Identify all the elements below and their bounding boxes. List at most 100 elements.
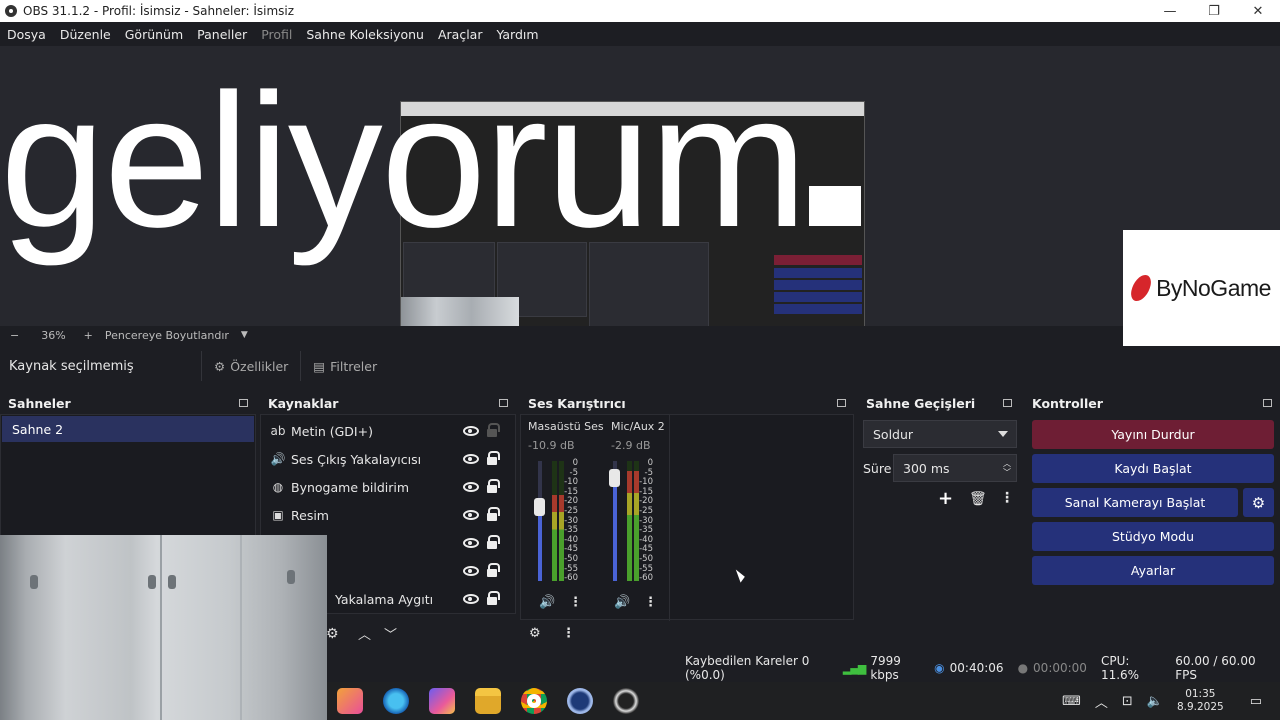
lock-icon[interactable] — [487, 451, 500, 465]
popout-icon[interactable] — [1263, 399, 1272, 407]
more-icon[interactable]: ⋮ — [562, 626, 575, 641]
zoom-in-button[interactable]: + — [84, 329, 93, 342]
cpu-usage: CPU: 11.6% — [1100, 654, 1140, 682]
speaker-icon[interactable]: 🔊 — [539, 595, 555, 610]
mixer-settings-icon[interactable]: ⚙ — [529, 626, 541, 641]
menu-view[interactable]: Görünüm — [118, 27, 190, 42]
source-row[interactable]: ab Metin (GDI+) — [261, 417, 515, 445]
popout-icon[interactable] — [1003, 399, 1012, 407]
eye-icon[interactable] — [463, 482, 479, 492]
scale-tick: -60 — [639, 573, 653, 584]
clock[interactable]: 01:35 8.9.2025 — [1177, 688, 1224, 714]
chevron-down-icon[interactable]: ▼ — [241, 330, 248, 340]
lock-icon[interactable] — [487, 423, 500, 437]
channel-db: -10.9 dB — [528, 439, 575, 452]
notification-icon[interactable]: ▭ — [1250, 694, 1262, 709]
chrome-icon[interactable] — [521, 688, 547, 714]
menu-tools[interactable]: Araçlar — [431, 27, 490, 42]
eye-icon[interactable] — [463, 566, 479, 576]
lock-icon[interactable] — [487, 591, 500, 605]
volume-fader[interactable] — [609, 461, 620, 581]
obs-icon[interactable] — [613, 688, 639, 714]
record-time: 00:00:00 — [1033, 661, 1087, 675]
nested-camera — [401, 297, 519, 326]
app-icon[interactable] — [567, 688, 593, 714]
minimize-button[interactable]: — — [1148, 4, 1192, 19]
move-up-icon[interactable]: ︿ — [358, 624, 371, 643]
chevron-up-icon[interactable]: ︿ — [1095, 692, 1108, 711]
lock-icon[interactable] — [487, 479, 500, 493]
source-row[interactable]: ▣ Resim — [261, 501, 515, 529]
more-icon[interactable]: ⋮ — [644, 595, 657, 610]
source-row[interactable]: ◍ Bynogame bildirim — [261, 473, 515, 501]
folder-icon[interactable] — [475, 688, 501, 714]
source-settings-icon[interactable]: ⚙ — [326, 626, 339, 642]
app-icon[interactable] — [337, 688, 363, 714]
mixer-channel: Masaüstü Ses -10.9 dB — [528, 420, 604, 452]
start-record-button[interactable]: Kaydı Başlat — [1032, 454, 1274, 483]
keyboard-icon[interactable]: ⌨ — [1062, 694, 1081, 709]
trash-icon[interactable]: 🗑 — [969, 491, 987, 507]
scenes-title: Sahneler — [8, 395, 71, 411]
preview-area[interactable]: geliyorum — [0, 46, 1280, 326]
edge-icon[interactable] — [383, 688, 409, 714]
fader-fill — [538, 506, 542, 581]
copilot-icon[interactable] — [429, 688, 455, 714]
more-icon[interactable]: ⋮ — [569, 595, 582, 610]
studio-mode-button[interactable]: Stüdyo Modu — [1032, 522, 1274, 551]
menu-scene-collection[interactable]: Sahne Koleksiyonu — [299, 27, 431, 42]
spin-arrows-icon[interactable]: ︿ ﹀ — [1003, 459, 1011, 477]
eye-icon[interactable] — [463, 510, 479, 520]
transitions-header: Sahne Geçişleri — [858, 392, 1020, 414]
popout-icon[interactable] — [239, 399, 248, 407]
filters-button[interactable]: ▤ Filtreler — [300, 351, 389, 381]
lock-icon[interactable] — [487, 507, 500, 521]
stop-stream-button[interactable]: Yayını Durdur — [1032, 420, 1274, 449]
menu-profile[interactable]: Profil — [254, 27, 299, 42]
menu-edit[interactable]: Düzenle — [53, 27, 118, 42]
bynogame-logo: ByNoGame — [1123, 230, 1280, 346]
properties-button[interactable]: ⚙ Özellikler — [201, 351, 300, 381]
speaker-icon[interactable]: 🔊 — [614, 595, 630, 610]
eye-icon[interactable] — [463, 454, 479, 464]
network-icon[interactable]: ⊡ — [1122, 694, 1133, 709]
logo-text: ByNoGame — [1156, 274, 1271, 301]
virtual-camera-button[interactable]: Sanal Kamerayı Başlat — [1032, 488, 1238, 517]
source-row[interactable]: 🔊 Ses Çıkış Yakalayıcısı — [261, 445, 515, 473]
add-transition-button[interactable]: + — [938, 488, 953, 509]
more-icon[interactable]: ⋮ — [1000, 490, 1014, 506]
gear-icon[interactable]: ⚙ — [1243, 488, 1274, 517]
menu-file[interactable]: Dosya — [0, 27, 53, 42]
duration-input[interactable]: 300 ms ︿ ﹀ — [893, 454, 1017, 482]
popout-icon[interactable] — [837, 399, 846, 407]
eye-icon[interactable] — [463, 594, 479, 604]
lock-icon[interactable] — [487, 563, 500, 577]
transitions-dock: Sahne Geçişleri Soldur Süre 300 ms ︿ ﹀ + … — [858, 392, 1020, 650]
status-bar: Kaybedilen Kareler 0 (%0.0) ▂▄▆ 7999 kbp… — [327, 654, 1280, 682]
menu-docks[interactable]: Paneller — [190, 27, 254, 42]
eye-icon[interactable] — [463, 538, 479, 548]
channel-name: Mic/Aux 2 — [611, 420, 665, 433]
scene-item[interactable]: Sahne 2 — [2, 416, 254, 442]
zoom-out-button[interactable]: − — [10, 329, 19, 342]
lock-icon[interactable] — [487, 535, 500, 549]
level-meter — [552, 461, 557, 581]
fader-knob[interactable] — [534, 497, 545, 516]
menu-help[interactable]: Yardım — [489, 27, 545, 42]
close-button[interactable]: ✕ — [1236, 4, 1280, 19]
filters-label: Filtreler — [330, 358, 378, 374]
move-down-icon[interactable]: ﹀ — [384, 624, 397, 643]
transition-select[interactable]: Soldur — [863, 420, 1017, 448]
volume-fader[interactable] — [534, 461, 545, 581]
menu-bar: Dosya Düzenle Görünüm Paneller Profil Sa… — [0, 22, 1280, 46]
nested-record-button — [774, 268, 862, 278]
fit-mode-select[interactable]: Pencereye Boyutlandır — [105, 329, 229, 342]
fader-knob[interactable] — [609, 468, 620, 487]
source-name: Resim — [291, 507, 329, 523]
settings-button[interactable]: Ayarlar — [1032, 556, 1274, 585]
meter-scale: 0 -5 -10 -15 -20 -25 -30 -35 -40 -45 -50 -55 -60 — [564, 459, 578, 584]
volume-icon[interactable]: 🔈 — [1147, 694, 1163, 709]
popout-icon[interactable] — [499, 399, 508, 407]
restore-button[interactable]: ❐ — [1192, 4, 1236, 19]
eye-icon[interactable] — [463, 426, 479, 436]
